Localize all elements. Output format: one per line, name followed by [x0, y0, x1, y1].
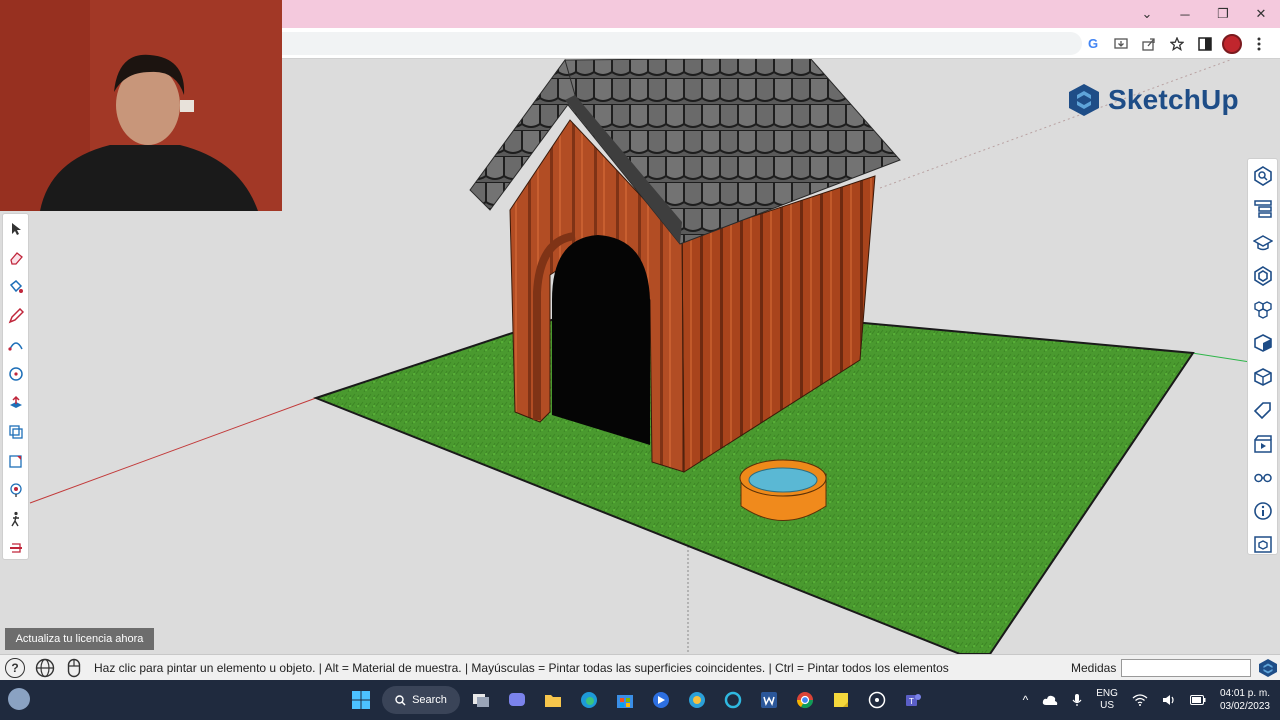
sketchup-logo-icon	[1069, 84, 1099, 116]
person-silhouette	[0, 0, 282, 211]
info-icon[interactable]	[1248, 494, 1277, 528]
sketchup-logo-text: SketchUp	[1108, 84, 1239, 115]
battery-icon[interactable]	[1189, 695, 1206, 705]
omnibox[interactable]	[282, 32, 1082, 55]
red-axis-dashed	[879, 59, 1231, 189]
system-tray: ^ ENG US 04:01 p. m. 03/02/2023	[1023, 680, 1280, 720]
keyboard-layout: US	[1100, 700, 1115, 711]
clock-date: 03/02/2023	[1219, 701, 1270, 712]
eraser-tool-icon[interactable]	[3, 243, 28, 272]
chevron-down-icon[interactable]: ⌄	[1128, 0, 1166, 28]
windows-start-icon[interactable]	[346, 685, 376, 715]
file-explorer-icon[interactable]	[538, 685, 568, 715]
teams-chat-icon[interactable]	[502, 685, 532, 715]
status-bar: ? Haz clic para pintar un elemento u obj…	[0, 654, 1280, 680]
cortana-icon[interactable]	[718, 685, 748, 715]
measurements-label: Medidas	[1071, 661, 1117, 675]
search-label: Search	[412, 694, 447, 706]
taskbar-clock[interactable]: 04:01 p. m. 03/02/2023	[1220, 687, 1270, 713]
graduation-cap-icon[interactable]	[1248, 226, 1277, 260]
media-player-icon[interactable]	[862, 685, 892, 715]
styles-icon[interactable]	[1248, 260, 1277, 294]
taskbar-search-button[interactable]: Search	[382, 686, 460, 714]
share-icon[interactable]	[1138, 33, 1160, 55]
red-axis	[29, 397, 317, 504]
materials-icon[interactable]	[1248, 327, 1277, 361]
microphone-icon[interactable]	[1072, 693, 1082, 707]
taskbar-apps: Search T	[346, 684, 928, 716]
right-toolbar	[1247, 158, 1278, 555]
search-icon	[395, 694, 406, 705]
scale-tool-icon[interactable]	[3, 446, 28, 475]
pencil-tool-icon[interactable]	[3, 301, 28, 330]
components-icon[interactable]	[1248, 293, 1277, 327]
weather-widget-icon[interactable]	[8, 688, 30, 710]
left-toolbar	[2, 213, 29, 560]
language-indicator[interactable]: ENG US	[1096, 688, 1118, 712]
bookmark-star-icon[interactable]	[1166, 33, 1188, 55]
sticky-notes-icon[interactable]	[826, 685, 856, 715]
walk-tool-icon[interactable]	[3, 504, 28, 533]
position-camera-tool-icon[interactable]	[3, 475, 28, 504]
minimize-icon[interactable]: ─	[1166, 0, 1204, 28]
profile-avatar[interactable]	[1222, 33, 1242, 54]
svg-text:T: T	[909, 697, 914, 706]
wifi-icon[interactable]	[1132, 694, 1148, 706]
select-tool-icon[interactable]	[3, 214, 28, 243]
offset-tool-icon[interactable]	[3, 417, 28, 446]
3d-warehouse-icon[interactable]	[1248, 528, 1277, 562]
window-controls: ⌄ ─ ❐ ✕	[1128, 0, 1280, 28]
word-icon[interactable]	[754, 685, 784, 715]
google-lens-icon[interactable]: G	[1082, 33, 1104, 55]
windows-taskbar: Search T ^ ENG US 04:01 p. m. 03/02/2023	[0, 680, 1280, 720]
arc-tool-icon[interactable]	[3, 330, 28, 359]
microsoft-store-icon[interactable]	[610, 685, 640, 715]
language-code: ENG	[1096, 688, 1118, 699]
rotate-tool-icon[interactable]	[3, 359, 28, 388]
sketchup-small-logo-icon[interactable]	[1258, 658, 1278, 678]
teams-icon[interactable]: T	[898, 685, 928, 715]
section-plane-tool-icon[interactable]	[3, 533, 28, 562]
push-pull-tool-icon[interactable]	[3, 388, 28, 417]
globe-icon[interactable]	[35, 658, 55, 678]
close-icon[interactable]: ✕	[1242, 0, 1280, 28]
chrome-colorful-icon[interactable]	[682, 685, 712, 715]
update-license-button[interactable]: Actualiza tu licencia ahora	[5, 628, 154, 650]
scenes-icon[interactable]	[1248, 427, 1277, 461]
install-icon[interactable]	[1110, 33, 1132, 55]
maximize-icon[interactable]: ❐	[1204, 0, 1242, 28]
status-hint-text: Haz clic para pintar un elemento u objet…	[94, 661, 949, 675]
help-icon[interactable]: ?	[5, 658, 25, 678]
volume-icon[interactable]	[1162, 694, 1176, 706]
instructor-icon[interactable]	[1248, 159, 1277, 193]
menu-kebab-icon[interactable]	[1248, 33, 1270, 55]
measurements-input[interactable]	[1121, 659, 1251, 677]
browser-address-bar: G	[282, 28, 1280, 59]
chrome-icon[interactable]	[790, 685, 820, 715]
tags-icon[interactable]	[1248, 394, 1277, 428]
bowl-water	[748, 467, 818, 493]
onedrive-cloud-icon[interactable]	[1042, 694, 1058, 706]
outliner-icon[interactable]	[1248, 193, 1277, 227]
entity-info-icon[interactable]	[1248, 360, 1277, 394]
doghouse-door	[552, 235, 650, 445]
paint-bucket-tool-icon[interactable]	[3, 272, 28, 301]
power-automate-icon[interactable]	[646, 685, 676, 715]
clock-time: 04:01 p. m.	[1219, 688, 1270, 699]
sketchup-logo: SketchUp	[1068, 82, 1239, 118]
webcam-overlay	[0, 0, 282, 211]
address-bar-icons: G	[1082, 32, 1270, 55]
mouse-icon[interactable]	[64, 658, 84, 678]
task-view-icon[interactable]	[466, 685, 496, 715]
side-panel-icon[interactable]	[1194, 33, 1216, 55]
show-hidden-icons-chevron-icon[interactable]: ^	[1023, 693, 1029, 707]
edge-icon[interactable]	[574, 685, 604, 715]
green-axis	[1191, 352, 1251, 363]
display-glasses-icon[interactable]	[1248, 461, 1277, 495]
